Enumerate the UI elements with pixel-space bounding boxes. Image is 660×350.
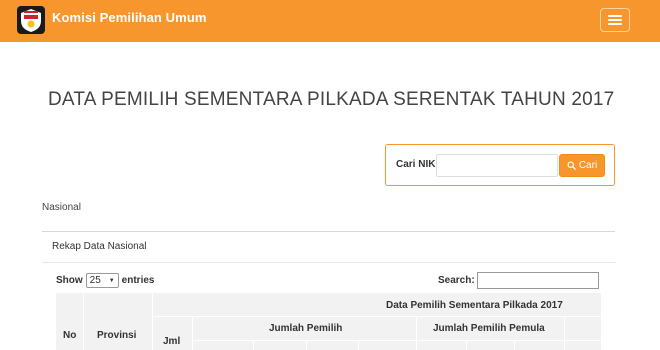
page-title: DATA PEMILIH SEMENTARA PILKADA SERENTAK …: [48, 89, 615, 110]
breadcrumb[interactable]: Nasional: [42, 202, 81, 213]
column-header-jumlah-pemilih-pemula: Jumlah Pemilih Pemula: [433, 323, 545, 334]
caret-down-icon: ▼: [108, 277, 115, 284]
section-title: Rekap Data Nasional: [52, 241, 147, 252]
hamburger-icon: [608, 15, 622, 17]
entries-select[interactable]: 25 ▼: [85, 273, 119, 288]
column-divider: [152, 293, 153, 350]
nik-input[interactable]: [436, 154, 558, 177]
entries-label: entries: [121, 275, 155, 286]
table-search-label: Search:: [438, 275, 475, 286]
page-length-control: Show 25 ▼ entries: [56, 273, 154, 288]
menu-toggle-button[interactable]: [600, 8, 630, 32]
column-divider: [466, 341, 467, 350]
cari-button[interactable]: Cari: [559, 154, 605, 177]
column-header-jml[interactable]: Jml: [163, 336, 180, 347]
search-icon: [567, 161, 576, 170]
column-divider: [358, 341, 359, 350]
nik-search-panel: Cari NIK Cari: [385, 144, 615, 186]
hamburger-icon: [608, 19, 622, 21]
hamburger-icon: [608, 23, 622, 25]
entries-value: 25: [89, 275, 101, 286]
column-divider: [514, 341, 515, 350]
row-divider: [152, 316, 601, 317]
data-table-header: No Provinsi Data Pemilih Sementara Pilka…: [56, 293, 601, 350]
cari-button-label: Cari: [578, 160, 598, 171]
column-divider: [253, 341, 254, 350]
column-divider: [192, 317, 193, 350]
column-header-provinsi[interactable]: Provinsi: [97, 330, 136, 341]
top-navbar: Komisi Pemilihan Umum: [0, 0, 660, 42]
column-header-jumlah-pemilih: Jumlah Pemilih: [269, 323, 343, 334]
kpu-logo[interactable]: [16, 5, 46, 35]
nik-label: Cari NIK: [396, 159, 436, 170]
column-divider: [306, 341, 307, 350]
section-header: Rekap Data Nasional: [42, 231, 615, 263]
column-divider: [564, 317, 565, 350]
column-header-no[interactable]: No: [63, 330, 76, 341]
column-group-header: Data Pemilih Sementara Pilkada 2017: [386, 300, 563, 311]
column-divider: [83, 293, 84, 350]
brand-title[interactable]: Komisi Pemilihan Umum: [52, 10, 207, 25]
table-search-input[interactable]: [477, 272, 599, 289]
show-label: Show: [56, 275, 83, 286]
column-divider: [416, 317, 417, 350]
